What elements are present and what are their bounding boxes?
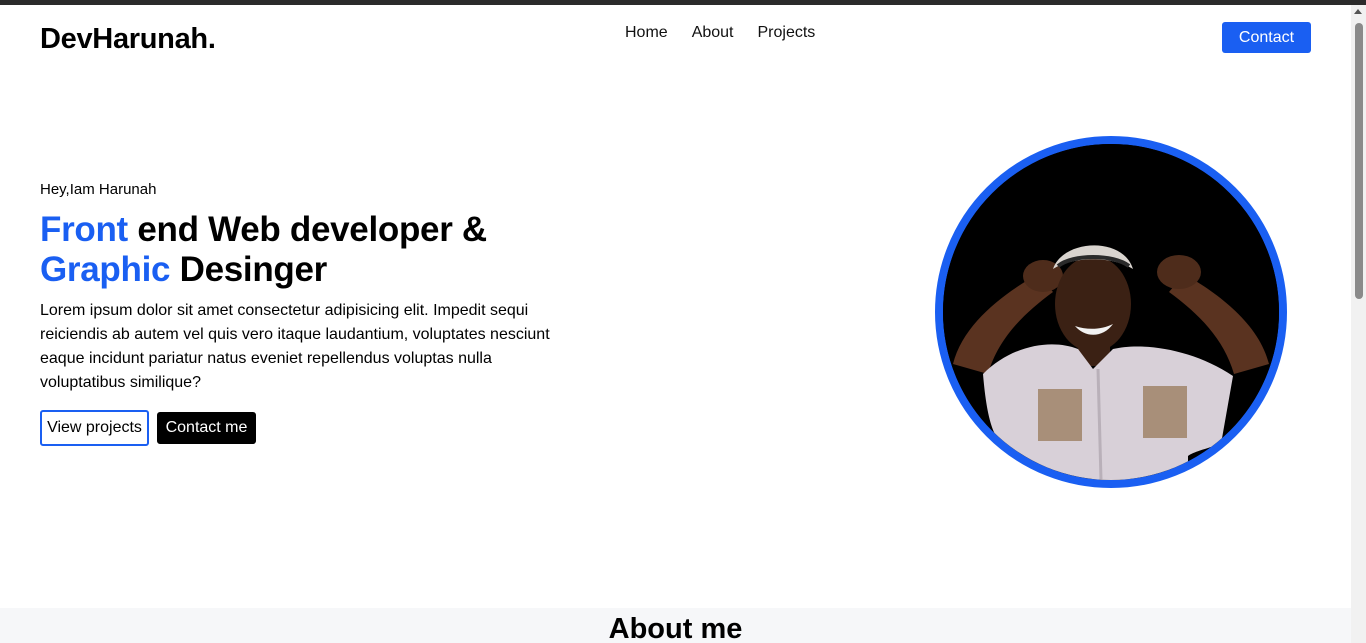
profile-photo-illustration xyxy=(943,144,1279,480)
headline-accent-graphic: Graphic xyxy=(40,250,171,289)
about-title: About me xyxy=(608,613,743,643)
hero-intro-text: Lorem ipsum dolor sit amet consectetur a… xyxy=(40,302,550,391)
contact-button[interactable]: Contact xyxy=(1222,22,1311,53)
main-nav: Home About Projects xyxy=(625,24,815,42)
headline-text-1: end Web developer & xyxy=(127,210,487,249)
page: DevHarunah. Home About Projects Contact … xyxy=(0,5,1351,643)
contact-me-button[interactable]: Contact me xyxy=(157,412,256,444)
hero-headline: Front end Web developer & Graphic Desing… xyxy=(40,210,487,290)
nav-item-projects[interactable]: Projects xyxy=(758,24,816,42)
scrollbar-thumb[interactable] xyxy=(1355,23,1363,299)
hero-greeting: Hey,Iam Harunah xyxy=(40,181,157,198)
about-section: About me xyxy=(0,608,1351,643)
nav-item-home[interactable]: Home xyxy=(625,24,668,42)
vertical-scrollbar[interactable] xyxy=(1351,5,1366,643)
view-projects-button[interactable]: View projects xyxy=(40,410,149,446)
scroll-up-arrow-icon[interactable] xyxy=(1354,9,1362,14)
nav-item-about[interactable]: About xyxy=(692,24,734,42)
profile-photo xyxy=(935,136,1287,488)
site-logo[interactable]: DevHarunah. xyxy=(40,23,216,56)
headline-text-2: Desinger xyxy=(170,250,328,289)
headline-accent-front: Front xyxy=(40,210,128,249)
